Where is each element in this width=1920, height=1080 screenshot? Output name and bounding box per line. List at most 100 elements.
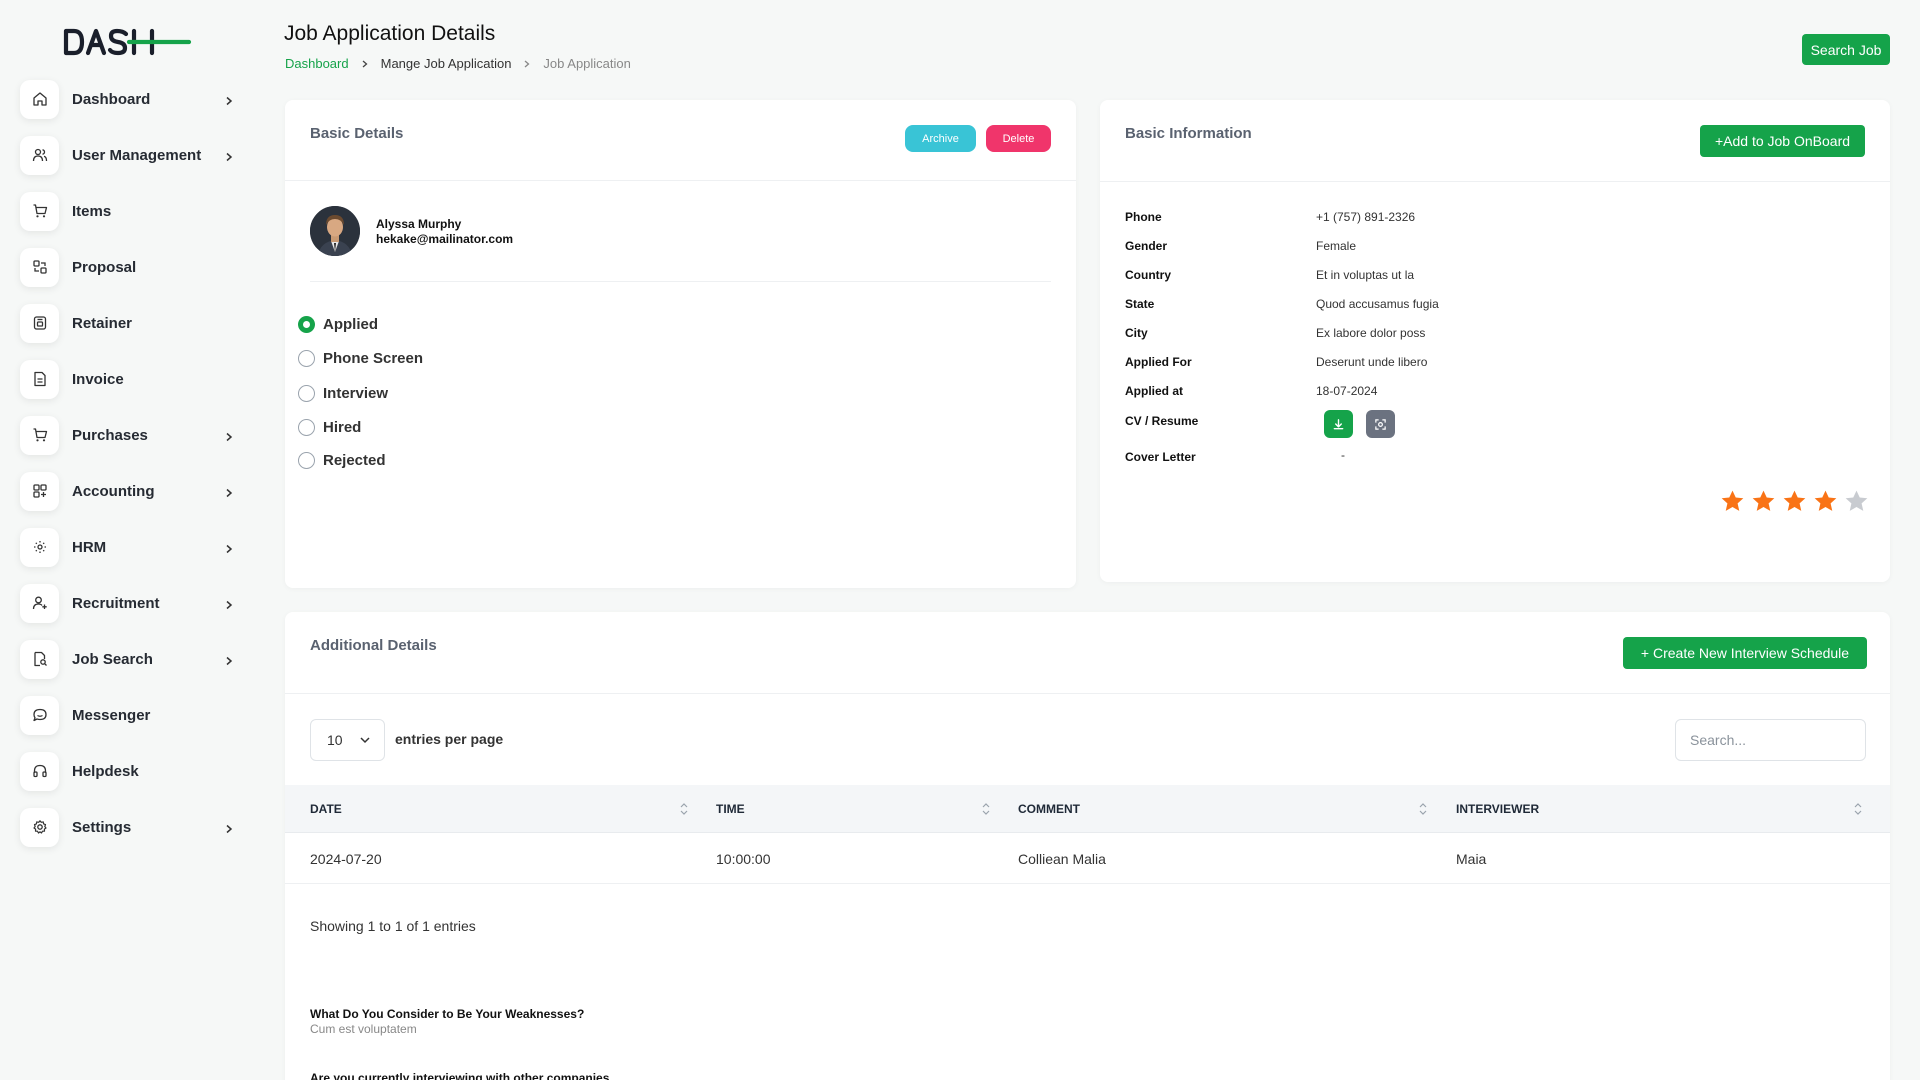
archive-button[interactable]: Archive — [905, 125, 976, 152]
additional-details-title: Additional Details — [310, 637, 437, 654]
preview-icon — [1375, 418, 1386, 430]
gender-value: Female — [1316, 239, 1357, 253]
card-divider — [285, 693, 1890, 694]
basic-details-title: Basic Details — [310, 125, 404, 142]
sort-icon[interactable] — [1854, 802, 1862, 816]
sidebar-item-dashboard[interactable]: Dashboard — [20, 77, 240, 121]
stage-option-rejected[interactable]: Rejected — [298, 452, 386, 469]
sidebar-item-messenger[interactable]: Messenger — [20, 693, 240, 737]
entries-per-page-select[interactable]: 10 — [310, 719, 385, 761]
sidebar-item-user-management[interactable]: User Management — [20, 133, 240, 177]
breadcrumb-manage-job-application[interactable]: Mange Job Application — [381, 56, 512, 71]
sidebar-item-label: Accounting — [72, 482, 155, 500]
sidebar-item-hrm[interactable]: HRM — [20, 525, 240, 569]
search-job-button[interactable]: Search Job — [1802, 34, 1890, 65]
basic-information-card: Basic Information +Add to Job OnBoard Ph… — [1100, 100, 1890, 582]
rating-stars[interactable] — [1720, 489, 1869, 514]
headset-icon — [20, 751, 59, 791]
column-header-label: TIME — [716, 802, 745, 816]
create-interview-schedule-label: Create New Interview Schedule — [1652, 645, 1850, 661]
gender-label: Gender — [1125, 239, 1168, 253]
chevron-right-icon — [226, 600, 233, 610]
add-to-job-onboard-button[interactable]: +Add to Job OnBoard — [1700, 125, 1865, 157]
additional-details-card: Additional Details + Create New Intervie… — [285, 612, 1890, 1080]
phone-label: Phone — [1125, 210, 1162, 224]
sidebar-item-retainer[interactable]: Retainer — [20, 301, 240, 345]
sidebar-item-label: Messenger — [72, 706, 151, 724]
download-cv-button[interactable] — [1324, 410, 1353, 438]
delete-button[interactable]: Delete — [986, 125, 1051, 152]
chevron-right-icon — [524, 60, 530, 67]
star-filled-icon[interactable] — [1751, 489, 1776, 514]
sidebar-item-recruitment[interactable]: Recruitment — [20, 581, 240, 625]
file-search-icon — [20, 639, 59, 679]
column-header-label: INTERVIEWER — [1456, 802, 1540, 816]
stage-option-interview[interactable]: Interview — [298, 385, 388, 402]
dash-logo[interactable] — [63, 25, 193, 59]
sidebar-item-label: Items — [72, 202, 112, 220]
breadcrumb-dashboard[interactable]: Dashboard — [285, 56, 349, 71]
answer-text: Cum est voluptatem — [310, 1022, 417, 1036]
sidebar-item-label: Job Search — [72, 650, 153, 668]
chevron-right-icon — [226, 544, 233, 554]
download-icon — [1333, 418, 1344, 429]
column-header-time[interactable]: TIME — [716, 785, 745, 833]
chevron-down-icon — [360, 737, 370, 744]
sidebar-item-label: User Management — [72, 146, 202, 164]
sidebar-item-accounting[interactable]: Accounting — [20, 469, 240, 513]
sidebar-item-label: Invoice — [72, 370, 124, 388]
sidebar-item-proposal[interactable]: Proposal — [20, 245, 240, 289]
card-divider — [285, 180, 1076, 181]
city-label: City — [1125, 326, 1148, 340]
sidebar-item-purchases[interactable]: Purchases — [20, 413, 240, 457]
star-filled-icon[interactable] — [1782, 489, 1807, 514]
column-header-label: COMMENT — [1018, 802, 1080, 816]
retainer-icon — [20, 303, 59, 343]
applicant-email: hekake@mailinator.com — [376, 232, 514, 246]
column-header-comment[interactable]: COMMENT — [1018, 785, 1080, 833]
sidebar-item-label: Helpdesk — [72, 762, 139, 780]
avatar — [310, 206, 360, 256]
column-header-interviewer[interactable]: INTERVIEWER — [1456, 785, 1539, 833]
country-value: Et in voluptas ut la — [1316, 268, 1415, 282]
entries-per-page-value: 10 — [327, 732, 343, 748]
country-label: Country — [1125, 268, 1171, 282]
plus-icon: + — [1640, 645, 1653, 661]
cover-letter-value: - — [1341, 448, 1345, 462]
radio-button[interactable] — [298, 452, 315, 469]
sort-icon[interactable] — [680, 802, 688, 816]
star-filled-icon[interactable] — [1720, 489, 1745, 514]
users-icon — [20, 135, 59, 175]
user-avatar-icon — [310, 206, 360, 256]
sort-icon[interactable] — [1419, 802, 1427, 816]
sidebar-item-settings[interactable]: Settings — [20, 805, 240, 849]
sidebar-item-items[interactable]: Items — [20, 189, 240, 233]
create-interview-schedule-button[interactable]: + Create New Interview Schedule — [1623, 637, 1867, 669]
phone-value: +1 (757) 891-2326 — [1316, 210, 1416, 224]
radio-button[interactable] — [298, 350, 315, 367]
sort-icon[interactable] — [982, 802, 990, 816]
radio-button[interactable] — [298, 316, 315, 333]
city-value: Ex labore dolor poss — [1316, 326, 1426, 340]
stage-option-phone-screen[interactable]: Phone Screen — [298, 350, 423, 367]
stage-option-applied[interactable]: Applied — [298, 316, 378, 333]
sidebar-item-helpdesk[interactable]: Helpdesk — [20, 749, 240, 793]
cover-letter-label: Cover Letter — [1125, 450, 1196, 464]
stage-label: Interview — [323, 385, 389, 402]
preview-cv-button[interactable] — [1366, 410, 1395, 438]
chevron-right-icon — [226, 656, 233, 666]
entries-per-page-label: entries per page — [395, 731, 504, 747]
star-empty-icon[interactable] — [1844, 489, 1869, 514]
chevron-right-icon — [226, 96, 233, 106]
table-search-input[interactable] — [1675, 719, 1866, 761]
radio-button[interactable] — [298, 385, 315, 402]
stage-option-hired[interactable]: Hired — [298, 419, 361, 436]
sidebar-item-label: Retainer — [72, 314, 133, 332]
sidebar-item-label: Settings — [72, 818, 132, 836]
column-header-date[interactable]: DATE — [310, 785, 342, 833]
radio-button[interactable] — [298, 419, 315, 436]
gear-icon — [20, 807, 59, 847]
star-filled-icon[interactable] — [1813, 489, 1838, 514]
sidebar-item-job-search[interactable]: Job Search — [20, 637, 240, 681]
sidebar-item-invoice[interactable]: Invoice — [20, 357, 240, 401]
